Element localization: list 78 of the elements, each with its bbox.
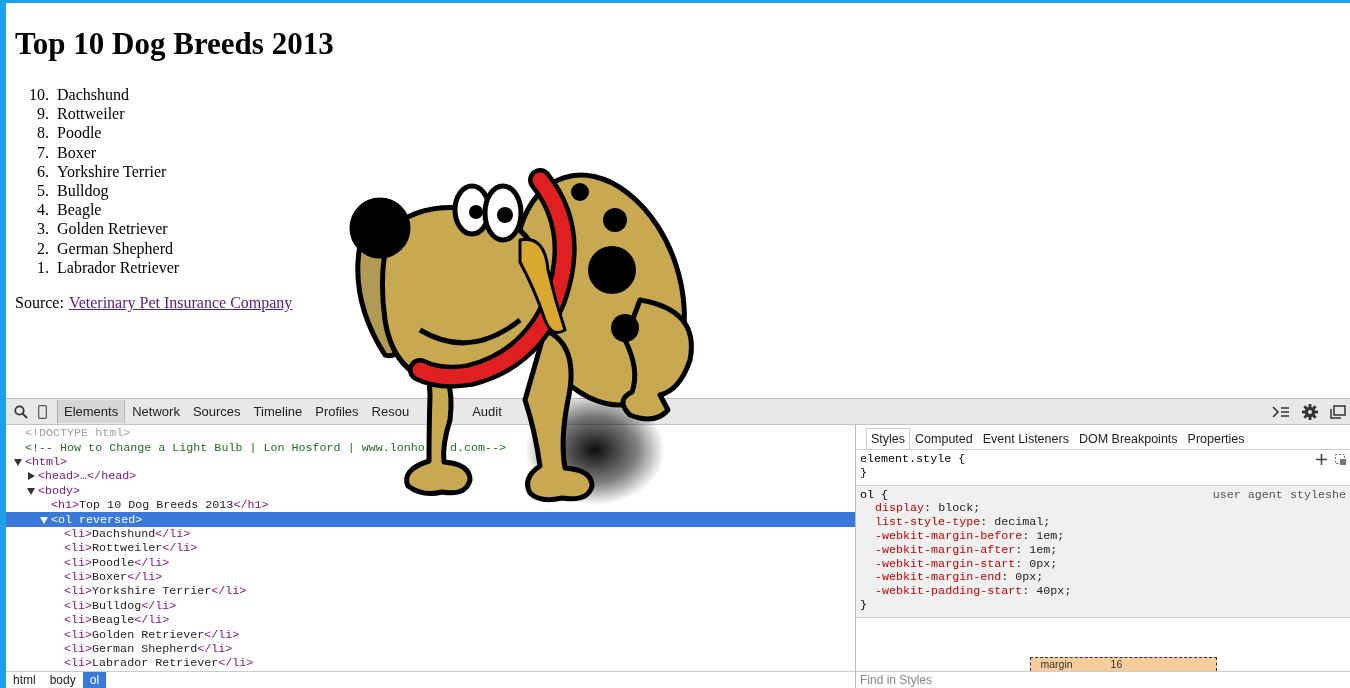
collapsed-triangle-icon[interactable]: [26, 471, 36, 482]
settings-icon[interactable]: [1302, 403, 1318, 420]
list-item: Yorkshire Terrier: [57, 161, 168, 181]
source-link[interactable]: Veterinary Pet Insurance Company: [68, 294, 293, 313]
panel-tab[interactable]: Audit: [465, 400, 508, 423]
dom-node-row[interactable]: <html>: [6, 454, 855, 470]
panel-tab[interactable]: Profiles: [308, 400, 365, 423]
list-item: Bulldog: [57, 181, 110, 201]
dom-node-row[interactable]: <li>Yorkshire Terrier</li>: [6, 584, 855, 599]
list-item: Poodle: [57, 123, 103, 143]
breadcrumb[interactable]: ol: [82, 672, 107, 688]
page-heading: Top 10 Dog Breeds 2013: [15, 25, 334, 63]
dom-node-row[interactable]: <ol reversed>: [6, 512, 855, 527]
dom-node-row[interactable]: <li>Bulldog</li>: [6, 598, 855, 614]
dom-node-row[interactable]: <body>: [6, 483, 855, 498]
dom-node-row[interactable]: <li>Beagle</li>: [6, 613, 855, 628]
panel-tab[interactable]: Sources: [185, 400, 247, 423]
phone-icon[interactable]: [38, 404, 47, 419]
list-number: 4.: [36, 200, 49, 220]
dom-node-row[interactable]: <!-- How to Change a Light Bulb | Lon Hosford | www.lonho d.com-->: [6, 440, 855, 455]
css-declaration[interactable]: -webkit-margin-start: 0px;: [860, 557, 1346, 572]
css-declaration[interactable]: display: block;: [860, 502, 1346, 517]
console-drawer-icon[interactable]: [1272, 404, 1290, 419]
css-declaration[interactable]: -webkit-margin-end: 0px;: [860, 571, 1346, 586]
sidebar-tab[interactable]: Computed: [910, 428, 978, 449]
dom-node-row[interactable]: <h1>Top 10 Dog Breeds 2013</h1>: [6, 497, 855, 513]
dom-node-row[interactable]: <li>German Shepherd</li>: [6, 641, 855, 657]
sidebar-tab[interactable]: DOM Breakpoints: [1073, 428, 1183, 449]
breadcrumb[interactable]: body: [42, 672, 83, 688]
list-number: 6.: [36, 161, 49, 181]
list-number: 10.: [28, 85, 49, 105]
list-number: 9.: [36, 104, 49, 124]
css-declaration[interactable]: -webkit-padding-start: 40px;: [860, 585, 1346, 599]
dom-node-row[interactable]: <li>Poodle</li>: [6, 555, 855, 570]
list-item: German Shepherd: [57, 238, 174, 258]
margin-box: margin 16: [1029, 657, 1217, 671]
add-icon[interactable]: [1316, 454, 1327, 466]
css-selector: element.style {: [860, 453, 966, 467]
css-selector: ol {: [860, 488, 889, 503]
expanded-triangle-icon[interactable]: [13, 456, 23, 467]
css-declaration[interactable]: -webkit-margin-before: 1em;: [860, 530, 1346, 544]
closing-brace: }: [860, 466, 867, 481]
list-item: Beagle: [57, 200, 103, 220]
list-number: 8.: [36, 123, 49, 143]
panel-tab[interactable]: Timeline: [246, 400, 309, 423]
expanded-triangle-icon[interactable]: [26, 485, 36, 496]
panel-tab[interactable]: Network: [125, 400, 186, 423]
list-item: Boxer: [57, 142, 98, 162]
list-item: Golden Retriever: [57, 219, 169, 239]
rule-source: user agent styleshe: [1212, 488, 1346, 503]
list-number: 3.: [36, 219, 49, 239]
dom-node-row[interactable]: <li>Labrador Retriever</li>: [6, 656, 855, 671]
sidebar-tab[interactable]: Styles: [866, 428, 911, 449]
dom-node-row[interactable]: <li>Dachshund</li>: [6, 526, 855, 542]
dom-node-row[interactable]: <head>…</head>: [6, 469, 855, 484]
find-field[interactable]: Find in Styles: [856, 671, 1350, 688]
breadcrumb[interactable]: html: [6, 672, 43, 688]
dom-node-row[interactable]: <li>Golden Retriever</li>: [6, 627, 855, 642]
css-declaration[interactable]: -webkit-margin-after: 1em;: [860, 543, 1346, 558]
dom-node-row[interactable]: <li>Boxer</li>: [6, 569, 855, 585]
sidebar-tab[interactable]: Properties: [1182, 428, 1250, 449]
list-item: Dachshund: [57, 85, 130, 105]
element-state-icon[interactable]: [1335, 454, 1346, 466]
source-label: Source:: [15, 294, 64, 313]
closing-brace: }: [860, 598, 867, 613]
list-number: 1.: [36, 257, 49, 278]
list-item: Labrador Retriever: [57, 258, 180, 278]
list-number: 7.: [36, 142, 49, 162]
css-declaration[interactable]: list-style-type: decimal;: [860, 516, 1346, 530]
list-number: 2.: [36, 238, 49, 258]
dock-icon[interactable]: [1330, 404, 1346, 419]
panel-tab[interactable]: Resou: [364, 400, 416, 423]
list-number: 5.: [36, 181, 49, 201]
panel-tab[interactable]: Elements: [57, 400, 126, 423]
list-item: Rottweiler: [57, 104, 126, 124]
dom-node-row[interactable]: <li>Rottweiler</li>: [6, 541, 855, 556]
search-icon[interactable]: [14, 404, 28, 419]
sidebar-tab[interactable]: Event Listeners: [977, 428, 1074, 449]
